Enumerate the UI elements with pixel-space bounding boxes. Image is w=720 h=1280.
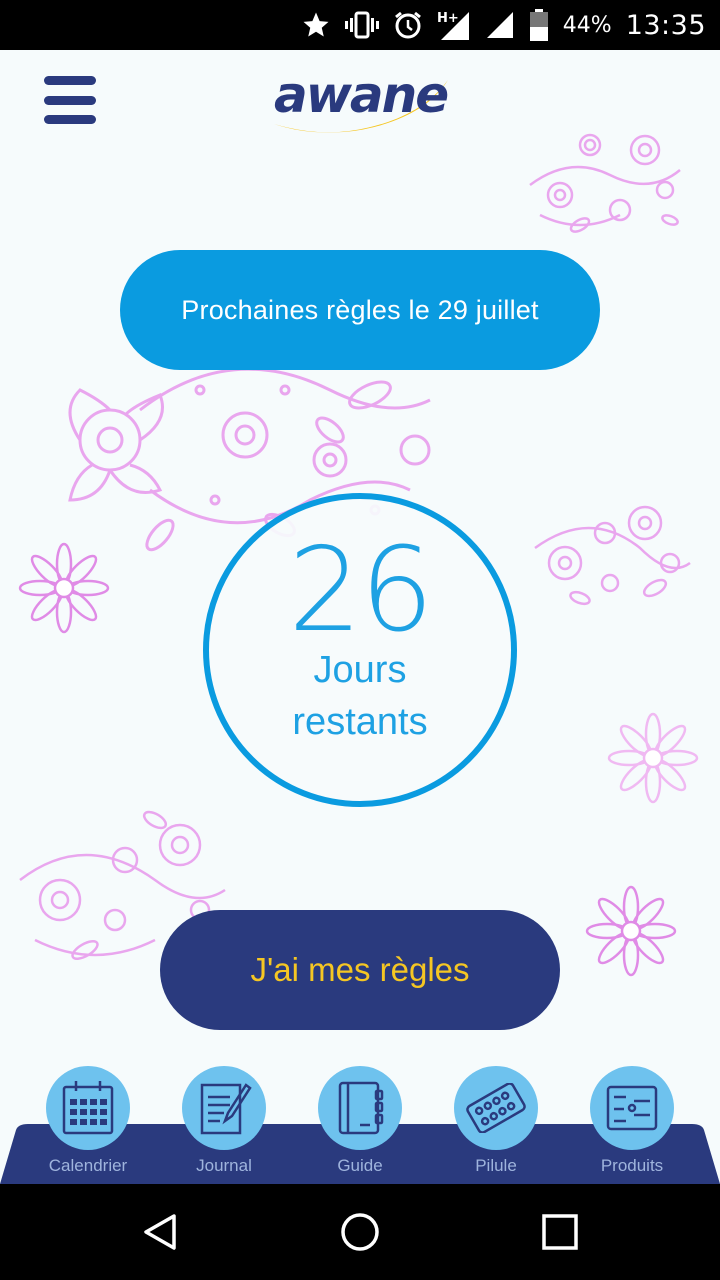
home-icon[interactable] [300,1184,420,1280]
remaining-label: restants [292,701,428,743]
vibrate-icon [344,0,379,50]
pill-pack-icon [454,1066,538,1150]
days-remaining-number: 26 [288,523,434,658]
nav-journal-label: Journal [196,1156,252,1175]
recents-icon[interactable] [500,1184,620,1280]
nav-produits-label: Produits [600,1156,664,1175]
nav-pilule[interactable]: Pilule [451,1066,541,1184]
floral-decoration [529,133,681,233]
awane-logo: awane [268,60,452,140]
nav-guide-label: Guide [337,1156,383,1175]
journal-icon [182,1066,266,1150]
floral-decoration [534,505,691,606]
days-label: Jours [313,649,407,691]
daisy-decoration [607,712,699,804]
days-remaining-counter: 26 Jours restants [203,493,517,807]
nav-guide[interactable]: Guide [315,1066,405,1184]
hamburger-menu-icon[interactable] [44,76,96,124]
android-navigation-bar [0,1184,720,1280]
next-period-label: Prochaines règles le 29 juillet [181,294,539,325]
svg-text:H+: H+ [437,11,459,26]
nav-calendrier-label: Calendrier [48,1156,128,1175]
daisy-decoration [18,542,110,634]
next-period-banner: Prochaines règles le 29 juillet [120,250,600,370]
calendar-icon [46,1066,130,1150]
alarm-icon [393,0,423,50]
nav-calendrier[interactable]: Calendrier [43,1066,133,1184]
back-icon[interactable] [100,1184,220,1280]
i-have-my-period-button[interactable]: J'ai mes règles [160,910,560,1030]
signal-icon [485,0,515,50]
nav-journal[interactable]: Journal [179,1066,269,1184]
nav-pilule-label: Pilule [475,1156,517,1175]
i-have-my-period-label: J'ai mes règles [250,951,470,988]
battery-icon [529,0,549,50]
guide-book-icon [318,1066,402,1150]
battery-percent: 44% [562,12,612,38]
products-icon [590,1066,674,1150]
hplus-signal-icon: H+ [437,0,471,50]
clock: 13:35 [625,9,706,41]
status-bar: H+ 44% 13:35 [0,0,720,50]
nav-produits[interactable]: Produits [587,1066,677,1184]
daisy-decoration [585,885,677,977]
star-icon [301,0,331,50]
